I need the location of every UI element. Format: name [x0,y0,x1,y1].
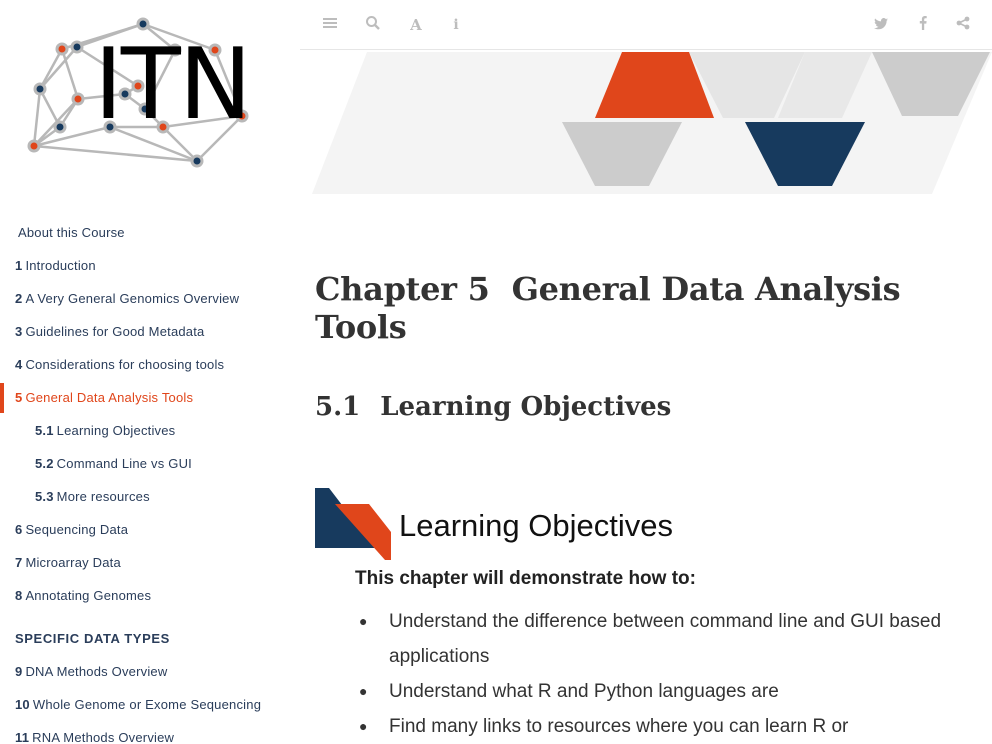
nav-item-about[interactable]: About this Course [0,218,300,251]
nav-label: RNA Methods Overview [32,730,175,744]
slide-subtitle: This chapter will demonstrate how to: [355,568,696,589]
nav-label: Command Line vs GUI [56,456,192,471]
section-title: Learning Objectives [380,392,672,422]
nav-item-rna-methods[interactable]: 11 RNA Methods Overview [0,723,300,744]
nav-item-dna-methods[interactable]: 9 DNA Methods Overview [0,657,300,690]
nav-label: Introduction [25,258,96,273]
logo-text: ITN [94,28,252,142]
nav-label: A Very General Genomics Overview [25,291,240,306]
nav-num: 6 [15,522,23,537]
nav-num: 9 [15,664,23,679]
nav-item-more-resources[interactable]: 5.3 More resources [0,482,300,515]
objective-item: Understand what R and Python languages a… [359,674,959,709]
nav-label: Annotating Genomes [25,588,152,603]
search-icon[interactable] [363,15,383,35]
nav-item-metadata[interactable]: 3 Guidelines for Good Metadata [0,317,300,350]
nav-num: 1 [15,258,23,273]
objectives-list: Understand the difference between comman… [359,604,959,744]
table-of-contents: About this Course 1 Introduction 2A Very … [0,218,300,744]
nav-num: 5.1 [35,423,54,438]
nav-num: 10 [15,697,30,712]
nav-label: Learning Objectives [56,423,176,438]
section-number: 5.1 [315,392,361,422]
section-heading: 5.1 Learning Objectives [315,392,671,422]
nav-item-annotating-genomes[interactable]: 8 Annotating Genomes [0,581,300,614]
nav-num: 5.2 [35,456,54,471]
slide-title: Learning Objectives [399,508,673,543]
top-toolbar: A i [300,0,992,50]
nav-item-general-data-analysis-tools[interactable]: 5 General Data Analysis Tools [0,383,300,416]
sidebar: ITN About this Course 1 Introduction 2A V… [0,0,300,744]
nav-num: 3 [15,324,23,339]
nav-item-command-line-vs-gui[interactable]: 5.2 Command Line vs GUI [0,449,300,482]
nav-item-introduction[interactable]: 1 Introduction [0,251,300,284]
nav-item-learning-objectives[interactable]: 5.1 Learning Objectives [0,416,300,449]
nav-label: Whole Genome or Exome Sequencing [32,697,262,712]
nav-num: 5 [15,390,23,405]
chapter-number: Chapter 5 [315,270,490,308]
twitter-icon[interactable] [871,15,891,35]
main-content: Chapter 5 General Data Analysis Tools 5.1… [315,270,975,422]
nav-section-header: SPECIFIC DATA TYPES [15,631,170,646]
chapter-heading: Chapter 5 General Data Analysis Tools [315,270,975,346]
font-icon[interactable]: A [406,15,426,35]
itn-logo[interactable]: ITN [20,14,280,179]
nav-num: 5.3 [35,489,54,504]
share-icon[interactable] [953,15,973,35]
nav-label: DNA Methods Overview [25,664,168,679]
nav-item-whole-genome[interactable]: 10 Whole Genome or Exome Sequencing [0,690,300,723]
nav-label: Guidelines for Good Metadata [25,324,205,339]
objective-item: Understand the difference between comman… [359,604,959,674]
nav-num: 2 [15,291,23,306]
learning-objectives-logo-icon [315,488,391,560]
chapter-banner [312,50,992,195]
nav-num: 4 [15,357,23,372]
nav-num: 8 [15,588,23,603]
nav-label: About this Course [18,225,125,240]
nav-label: General Data Analysis Tools [25,390,194,405]
nav-item-microarray-data[interactable]: 7 Microarray Data [0,548,300,581]
nav-num: 7 [15,555,23,570]
nav-label: Sequencing Data [25,522,129,537]
menu-icon[interactable] [320,15,340,35]
nav-label: Considerations for choosing tools [25,357,225,372]
objective-item: Find many links to resources where you c… [359,709,959,744]
nav-label: Microarray Data [25,555,121,570]
nav-label: More resources [56,489,150,504]
nav-item-genomics-overview[interactable]: 2A Very General Genomics Overview [0,284,300,317]
nav-item-choosing-tools[interactable]: 4 Considerations for choosing tools [0,350,300,383]
info-icon[interactable]: i [446,15,466,35]
nav-num: 11 [15,730,30,744]
nav-item-sequencing-data[interactable]: 6 Sequencing Data [0,515,300,548]
facebook-icon[interactable] [913,15,933,35]
